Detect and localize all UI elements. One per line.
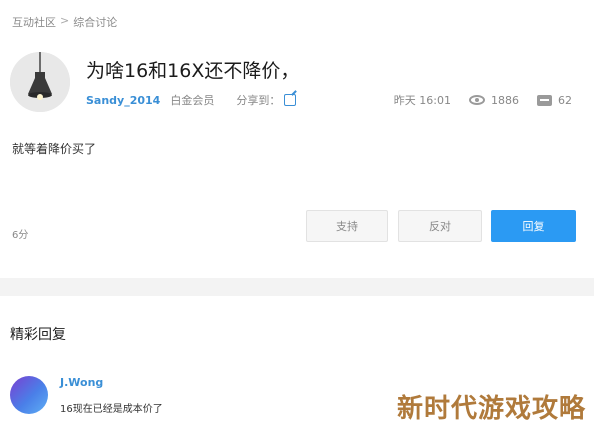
- reply-text: 16现在已经是成本价了: [60, 404, 163, 415]
- support-button[interactable]: 支持: [306, 210, 388, 242]
- share-label: 分享到：: [236, 94, 281, 107]
- eye-icon: [469, 95, 485, 105]
- reply-button[interactable]: 回复: [491, 210, 576, 242]
- post-meta: Sandy_2014 白金会员 分享到：: [86, 92, 297, 108]
- member-badge: 白金会员: [170, 94, 215, 107]
- post-time: 昨天 16:01: [393, 94, 451, 107]
- post-stats: 昨天 16:01 1886 62: [394, 92, 572, 108]
- watermark: 新时代游戏攻略: [396, 394, 586, 424]
- breadcrumb: 互动社区 > 综合讨论: [12, 14, 117, 30]
- comment-icon: [537, 94, 552, 106]
- featured-replies-title: 精彩回复: [10, 327, 66, 343]
- breadcrumb-separator: >: [60, 14, 70, 27]
- section-divider: [0, 278, 594, 296]
- reply-avatar[interactable]: [10, 376, 48, 414]
- post-title: 为啥16和16X还不降价，: [86, 60, 300, 82]
- lamp-icon: [10, 52, 70, 112]
- comment-count: 62: [558, 93, 572, 107]
- share-icon[interactable]: [284, 94, 297, 106]
- post-score: 6分: [12, 230, 29, 241]
- post-body: 就等着降价买了: [12, 142, 97, 156]
- author-avatar[interactable]: [10, 52, 70, 112]
- oppose-button[interactable]: 反对: [398, 210, 482, 242]
- reply-user-link[interactable]: J.Wong: [60, 376, 103, 389]
- breadcrumb-root-link[interactable]: 互动社区: [12, 14, 56, 30]
- breadcrumb-current-link[interactable]: 综合讨论: [73, 14, 117, 30]
- author-name-link[interactable]: Sandy_2014: [86, 94, 160, 107]
- view-count: 1886: [491, 93, 519, 107]
